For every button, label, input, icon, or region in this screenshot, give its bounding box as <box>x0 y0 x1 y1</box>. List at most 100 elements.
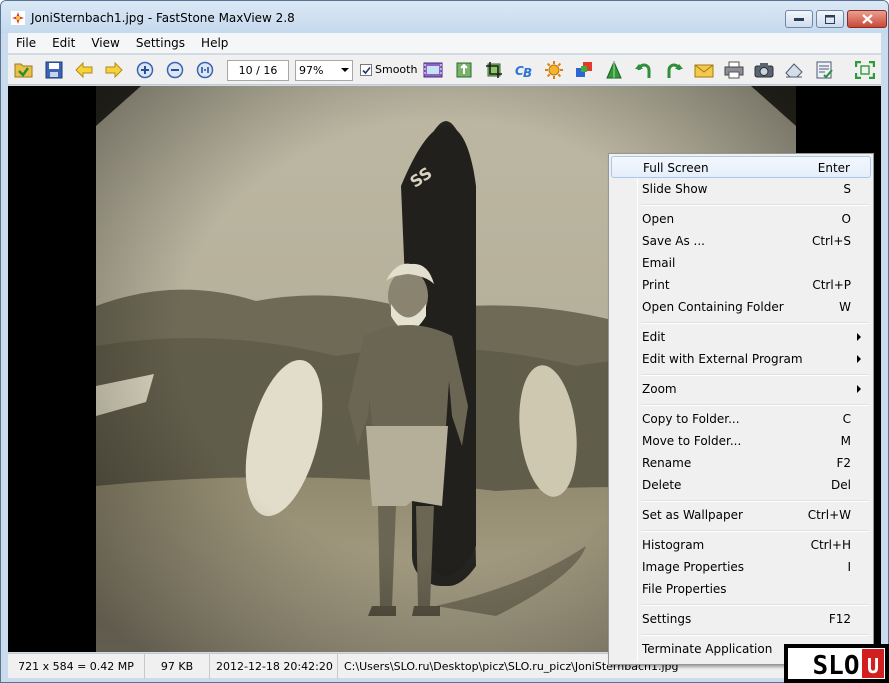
menu-item-shortcut: S <box>843 182 851 196</box>
title-bar[interactable]: JoniSternbach1.jpg - FastStone MaxView 2… <box>1 1 888 33</box>
menu-item-delete[interactable]: Delete Del <box>611 474 871 496</box>
close-icon <box>861 14 873 24</box>
menu-item-label: File Properties <box>642 582 727 596</box>
next-arrow-icon[interactable] <box>104 60 124 80</box>
menu-help[interactable]: Help <box>193 33 236 54</box>
menu-item-label: Edit <box>642 330 666 344</box>
rotate-left-icon[interactable] <box>634 60 654 80</box>
menu-item-histogram[interactable]: Histogram Ctrl+H <box>611 534 871 556</box>
color-balance-icon[interactable]: CB <box>514 60 534 80</box>
previous-arrow-icon[interactable] <box>74 60 94 80</box>
brightness-icon[interactable] <box>544 60 564 80</box>
camera-icon[interactable] <box>754 60 774 80</box>
smooth-checkbox[interactable] <box>360 64 372 76</box>
maximize-button[interactable] <box>816 10 844 28</box>
menu-item-rename[interactable]: Rename F2 <box>611 452 871 474</box>
email-icon[interactable] <box>694 60 714 80</box>
menu-item-shortcut: M <box>840 434 851 448</box>
save-icon[interactable] <box>44 60 64 80</box>
smooth-label[interactable]: Smooth <box>375 63 417 76</box>
fit-window-icon[interactable] <box>855 60 875 80</box>
menu-item-zoom[interactable]: Zoom <box>611 378 871 400</box>
actual-size-icon[interactable] <box>195 60 215 80</box>
checkmark-icon <box>362 66 371 75</box>
menu-item-label: Rename <box>642 456 692 470</box>
menu-item-shortcut: Ctrl+S <box>811 234 851 248</box>
menu-item-label: Edit with External Program <box>642 352 803 366</box>
menu-separator <box>641 530 869 532</box>
menu-item-label: Histogram <box>642 538 705 552</box>
menu-settings[interactable]: Settings <box>128 33 193 54</box>
menu-item-label: Open <box>642 212 675 226</box>
site-watermark-logo: SLO U <box>784 644 889 683</box>
menu-separator <box>641 404 869 406</box>
menu-edit[interactable]: Edit <box>44 33 83 54</box>
menu-item-move-to-folder[interactable]: Move to Folder... M <box>611 430 871 452</box>
minimize-icon <box>794 18 804 21</box>
submenu-arrow-icon <box>857 355 861 363</box>
menu-separator <box>641 374 869 376</box>
zoom-select[interactable]: 97% <box>295 60 353 81</box>
open-folder-icon[interactable] <box>14 60 34 80</box>
menu-separator <box>641 634 869 636</box>
menu-item-shortcut: F12 <box>828 612 851 626</box>
status-datetime: 2012-12-18 20:42:20 <box>210 654 338 679</box>
menu-item-slide-show[interactable]: Slide Show S <box>611 178 871 200</box>
menu-item-edit[interactable]: Edit <box>611 326 871 348</box>
menu-item-label: Image Properties <box>642 560 745 574</box>
zoom-out-icon[interactable] <box>165 60 185 80</box>
menu-item-label: Settings <box>642 612 692 626</box>
menu-file[interactable]: File <box>8 33 44 54</box>
menu-item-label: Move to Folder... <box>642 434 742 448</box>
menu-item-shortcut: Ctrl+P <box>812 278 851 292</box>
menu-item-open-containing-folder[interactable]: Open Containing Folder W <box>611 296 871 318</box>
chevron-down-icon <box>341 68 349 72</box>
menu-item-label: Terminate Application <box>642 642 773 656</box>
toolbar: 10 / 16 97% Smooth CB <box>8 55 881 85</box>
copy-to-folder-icon[interactable] <box>454 60 474 80</box>
app-icon[interactable] <box>11 11 25 25</box>
status-filesize: 97 KB <box>145 654 210 679</box>
menu-item-print[interactable]: Print Ctrl+P <box>611 274 871 296</box>
zoom-in-icon[interactable] <box>135 60 155 80</box>
menu-item-save-as[interactable]: Save As ... Ctrl+S <box>611 230 871 252</box>
menu-item-shortcut: I <box>847 560 851 574</box>
svg-text:B: B <box>523 66 532 79</box>
menu-item-label: Zoom <box>642 382 677 396</box>
close-button[interactable] <box>847 10 887 28</box>
menu-item-settings[interactable]: Settings F12 <box>611 608 871 630</box>
menu-bar: File Edit View Settings Help <box>8 33 881 54</box>
sharpen-icon[interactable] <box>604 60 624 80</box>
properties-icon[interactable] <box>814 60 834 80</box>
menu-item-label: Open Containing Folder <box>642 300 784 314</box>
colors-icon[interactable] <box>574 60 594 80</box>
menu-item-shortcut: Del <box>831 478 851 492</box>
submenu-arrow-icon <box>857 385 861 393</box>
menu-separator <box>641 204 869 206</box>
menu-separator <box>641 500 869 502</box>
menu-item-label: Set as Wallpaper <box>642 508 743 522</box>
menu-item-label: Slide Show <box>642 182 708 196</box>
menu-item-full-screen[interactable]: Full Screen Enter <box>611 156 871 178</box>
menu-item-open[interactable]: Open O <box>611 208 871 230</box>
menu-item-file-properties[interactable]: File Properties <box>611 578 871 600</box>
context-menu: Full Screen Enter Slide Show S Open O Sa… <box>608 153 874 665</box>
menu-item-image-properties[interactable]: Image Properties I <box>611 556 871 578</box>
rotate-right-icon[interactable] <box>664 60 684 80</box>
maximize-icon <box>825 14 835 24</box>
page-counter-field[interactable]: 10 / 16 <box>227 60 289 81</box>
menu-view[interactable]: View <box>83 33 127 54</box>
status-dimensions: 721 x 584 = 0.42 MP <box>8 654 145 679</box>
menu-item-copy-to-folder[interactable]: Copy to Folder... C <box>611 408 871 430</box>
menu-item-set-as-wallpaper[interactable]: Set as Wallpaper Ctrl+W <box>611 504 871 526</box>
crop-icon[interactable] <box>484 60 504 80</box>
print-icon[interactable] <box>724 60 744 80</box>
menu-item-label: Full Screen <box>643 161 709 175</box>
menu-item-shortcut: Ctrl+H <box>810 538 851 552</box>
eraser-icon[interactable] <box>784 60 804 80</box>
slideshow-icon[interactable] <box>423 60 443 80</box>
menu-item-edit-external[interactable]: Edit with External Program <box>611 348 871 370</box>
menu-item-shortcut: O <box>841 212 851 226</box>
minimize-button[interactable] <box>785 10 813 28</box>
menu-item-email[interactable]: Email <box>611 252 871 274</box>
